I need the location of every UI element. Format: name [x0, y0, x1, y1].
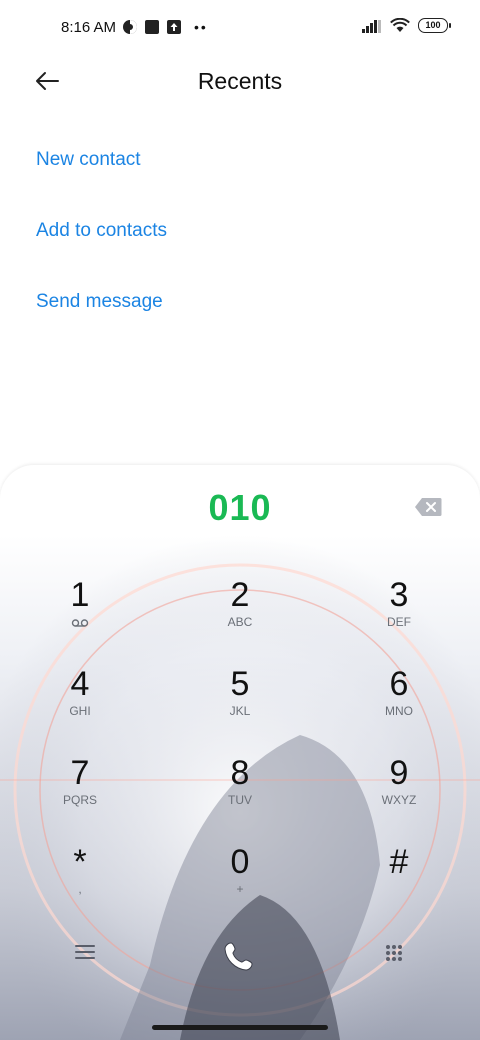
key-5[interactable]: 5 JKL — [180, 664, 300, 744]
key-0[interactable]: 0 + — [180, 842, 300, 922]
key-6[interactable]: 6 MNO — [339, 664, 459, 744]
dialer-actions — [0, 935, 480, 975]
key-8[interactable]: 8 TUV — [180, 753, 300, 833]
dialed-number: 010 — [208, 487, 272, 528]
battery-icon: 100 — [418, 18, 451, 33]
phone-call-icon[interactable] — [222, 939, 256, 973]
status-bar: 8:16 AM •• 100 — [0, 0, 480, 56]
key-2[interactable]: 2 ABC — [180, 575, 300, 655]
send-message-link[interactable]: Send message — [36, 284, 167, 355]
key-4[interactable]: 4 GHI — [20, 664, 140, 744]
key-3[interactable]: 3 DEF — [339, 575, 459, 655]
status-notification-icons: •• — [122, 19, 208, 35]
status-time: 8:16 AM — [61, 19, 117, 36]
vpn-icon — [123, 20, 137, 34]
dialed-number-row: 010 — [0, 465, 480, 545]
upload-icon — [167, 20, 181, 34]
key-9[interactable]: 9 WXYZ — [339, 753, 459, 833]
voicemail-icon — [71, 619, 89, 627]
key-hash[interactable]: # — [339, 842, 459, 922]
menu-icon[interactable] — [74, 943, 96, 961]
status-system-icons: 100 — [362, 18, 451, 33]
page-title: Recents — [197, 68, 283, 94]
signal-icon — [362, 19, 381, 33]
backspace-icon[interactable] — [414, 497, 442, 517]
key-7[interactable]: 7 PQRS — [20, 753, 140, 833]
app-notification-icon — [145, 20, 159, 34]
key-star[interactable]: * , — [20, 842, 140, 922]
dialer-panel: 010 1 2 ABC 3 DEF 4 GHI 5 JKL 6 MNO 7 PQ… — [0, 465, 480, 1040]
add-to-contacts-link[interactable]: Add to contacts — [36, 213, 167, 284]
number-actions-menu: New contact Add to contacts Send message — [36, 142, 167, 355]
key-1[interactable]: 1 — [20, 575, 140, 655]
app-header: Recents — [0, 56, 480, 108]
home-indicator[interactable] — [152, 1025, 328, 1030]
dialpad-toggle-icon[interactable] — [384, 943, 404, 963]
more-notifications-icon: •• — [194, 19, 208, 35]
wifi-icon — [390, 18, 410, 32]
new-contact-link[interactable]: New contact — [36, 142, 167, 213]
